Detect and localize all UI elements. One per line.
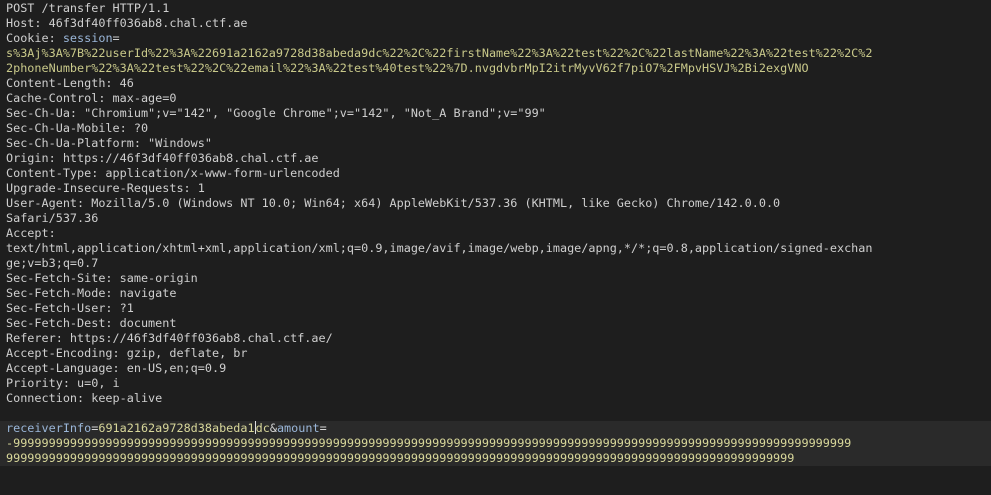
param-receiverinfo-value: 691a2162a9728d38abeda1 (98, 421, 255, 435)
param-receiverinfo-value-tail: dc (255, 421, 270, 435)
header-sec-ch-ua-platform: Sec-Ch-Ua-Platform: "Windows" (6, 136, 212, 150)
param-eq: = (319, 421, 327, 435)
header-sec-fetch-mode: Sec-Fetch-Mode: navigate (6, 286, 177, 300)
header-accept: Accept: (6, 226, 63, 240)
param-separator: & (269, 421, 277, 435)
header-content-length: Content-Length: 46 (6, 76, 134, 90)
header-sec-fetch-user: Sec-Fetch-User: ?1 (6, 301, 134, 315)
header-origin: Origin: https://46f3df40ff036ab8.chal.ct… (6, 151, 319, 165)
header-content-type: Content-Type: application/x-www-form-url… (6, 166, 340, 180)
request-line: POST /transfer HTTP/1.1 (6, 1, 170, 15)
header-accept-language: Accept-Language: en-US,en;q=0.9 (6, 361, 227, 375)
header-user-agent: User-Agent: Mozilla/5.0 (Windows NT 10.0… (6, 196, 781, 210)
cookie-eq: = (112, 31, 120, 45)
header-cookie: Cookie: session= (6, 31, 991, 46)
param-amount-name: amount (276, 421, 320, 435)
header-connection: Connection: keep-alive (6, 391, 163, 405)
header-upgrade-insecure-requests: Upgrade-Insecure-Requests: 1 (6, 181, 205, 195)
cookie-name: session (62, 31, 113, 45)
request-body-line[interactable]: receiverInfo = 691a2162a9728d38abeda1dc&am… (0, 421, 991, 436)
header-accept-value-1: text/html,application/xhtml+xml,applicat… (6, 241, 873, 255)
param-amount-value-line-2[interactable]: 9999999999999999999999999999999999999999… (0, 451, 991, 466)
header-priority: Priority: u=0, i (6, 376, 120, 390)
header-user-agent-cont: Safari/537.36 (6, 211, 99, 225)
cookie-label: Cookie: (6, 31, 63, 45)
param-receiverinfo-name: receiverInfo (6, 421, 92, 435)
header-cache-control: Cache-Control: max-age=0 (6, 91, 177, 105)
cookie-value-line-2: 2phoneNumber%22%3A%22test%22%2C%22email%… (6, 61, 809, 75)
header-sec-ch-ua: Sec-Ch-Ua: "Chromium";v="142", "Google C… (6, 106, 546, 120)
header-sec-fetch-dest: Sec-Fetch-Dest: document (6, 316, 177, 330)
param-amount-value-line-1[interactable]: -999999999999999999999999999999999999999… (0, 436, 991, 451)
header-accept-value-2: ge;v=b3;q=0.7 (6, 256, 99, 270)
header-host: Host: 46f3df40ff036ab8.chal.ctf.ae (6, 16, 248, 30)
header-sec-ch-ua-mobile: Sec-Ch-Ua-Mobile: ?0 (6, 121, 149, 135)
request-editor[interactable]: POST /transfer HTTP/1.1 Host: 46f3df40ff… (0, 0, 991, 495)
header-referer: Referer: https://46f3df40ff036ab8.chal.c… (6, 331, 333, 345)
header-sec-fetch-site: Sec-Fetch-Site: same-origin (6, 271, 198, 285)
cookie-value-line-1: s%3Aj%3A%7B%22userId%22%3A%22691a2162a97… (6, 46, 873, 60)
header-accept-encoding: Accept-Encoding: gzip, deflate, br (6, 346, 248, 360)
